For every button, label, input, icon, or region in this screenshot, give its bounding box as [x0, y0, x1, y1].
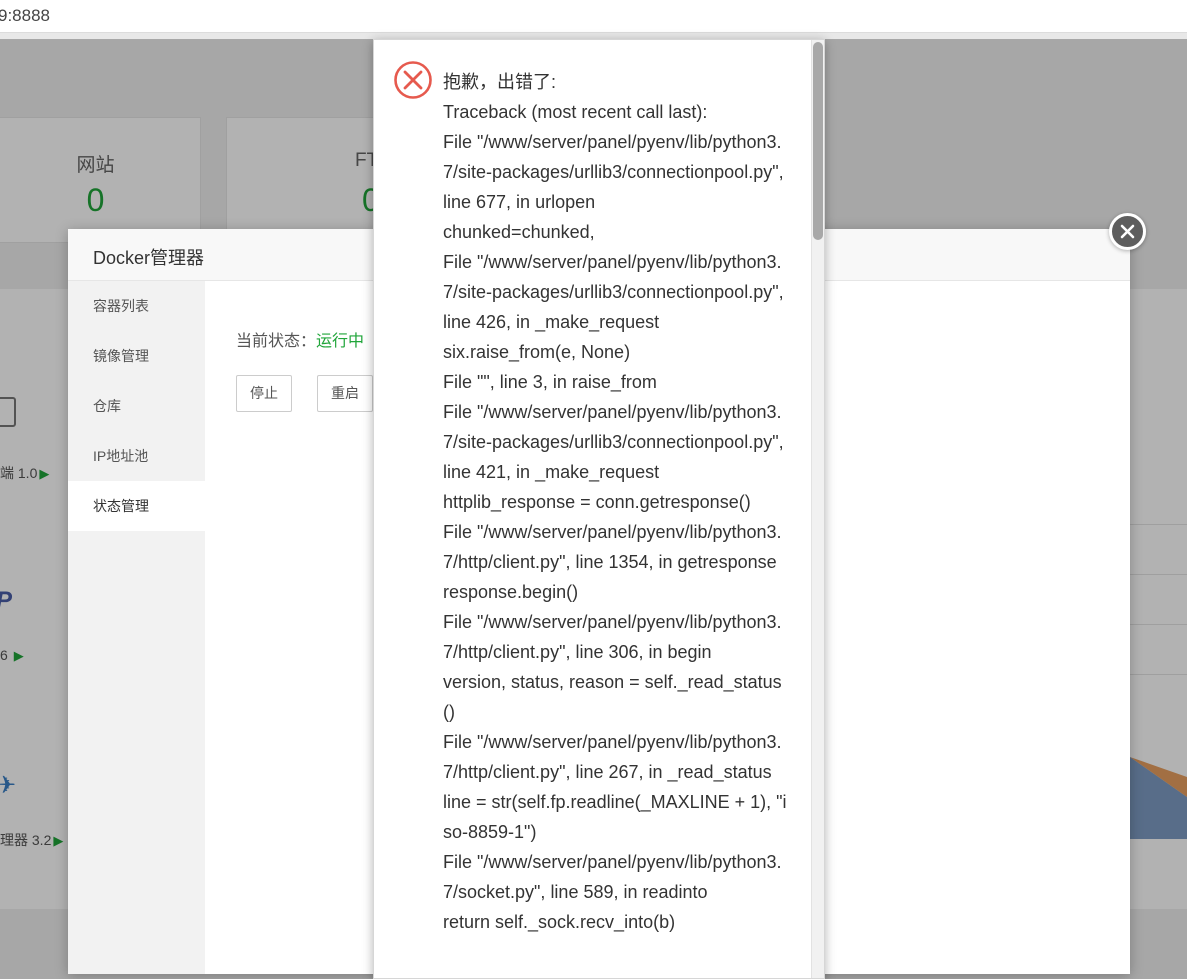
error-line: File "/www/server/panel/pyenv/lib/python…	[443, 522, 782, 572]
modal-close-button[interactable]	[1109, 213, 1146, 250]
error-line: six.raise_from(e, None)	[443, 342, 631, 362]
current-status: 当前状态：运行中	[236, 327, 364, 351]
error-line: Traceback (most recent call last):	[443, 102, 708, 122]
modal-title: Docker管理器	[93, 248, 205, 268]
error-line: chunked=chunked,	[443, 222, 595, 242]
error-icon	[394, 61, 432, 99]
error-line: File "/www/server/panel/pyenv/lib/python…	[443, 732, 782, 782]
status-value: 运行中	[316, 333, 365, 350]
browser-address-bar[interactable]: 9:8888	[0, 0, 1187, 33]
stop-button[interactable]: 停止	[236, 375, 292, 412]
sidebar-item-images[interactable]: 镜像管理	[68, 331, 205, 381]
error-line: return self._sock.recv_into(b)	[443, 912, 676, 932]
error-message: 抱歉，出错了: Traceback (most recent call last…	[443, 67, 791, 937]
error-line: response.begin()	[443, 582, 579, 602]
sidebar-item-ip-pool[interactable]: IP地址池	[68, 431, 205, 481]
error-line: line = str(self.fp.readline(_MAXLINE + 1…	[443, 792, 787, 842]
sidebar-item-repository[interactable]: 仓库	[68, 381, 205, 431]
error-line: File "", line 3, in raise_from	[443, 372, 657, 392]
sidebar-item-status[interactable]: 状态管理	[68, 481, 205, 531]
error-line: httplib_response = conn.getresponse()	[443, 492, 751, 512]
sidebar-item-containers[interactable]: 容器列表	[68, 281, 205, 331]
restart-button[interactable]: 重启	[317, 375, 373, 412]
error-line: File "/www/server/panel/pyenv/lib/python…	[443, 612, 782, 662]
url-text[interactable]: 9:8888	[0, 6, 50, 26]
error-line: File "/www/server/panel/pyenv/lib/python…	[443, 852, 782, 902]
status-label: 当前状态：	[236, 333, 317, 350]
error-line: File "/www/server/panel/pyenv/lib/python…	[443, 252, 784, 332]
modal-sidebar: 容器列表 镜像管理 仓库 IP地址池 状态管理	[68, 281, 205, 974]
error-line: version, status, reason = self._read_sta…	[443, 672, 782, 722]
close-icon	[1120, 224, 1135, 239]
error-line: File "/www/server/panel/pyenv/lib/python…	[443, 132, 784, 212]
error-dialog: 抱歉，出错了: Traceback (most recent call last…	[373, 39, 825, 979]
scrollbar-thumb[interactable]	[813, 42, 823, 240]
error-line: 抱歉，出错了:	[443, 72, 557, 92]
error-line: File "/www/server/panel/pyenv/lib/python…	[443, 402, 784, 482]
